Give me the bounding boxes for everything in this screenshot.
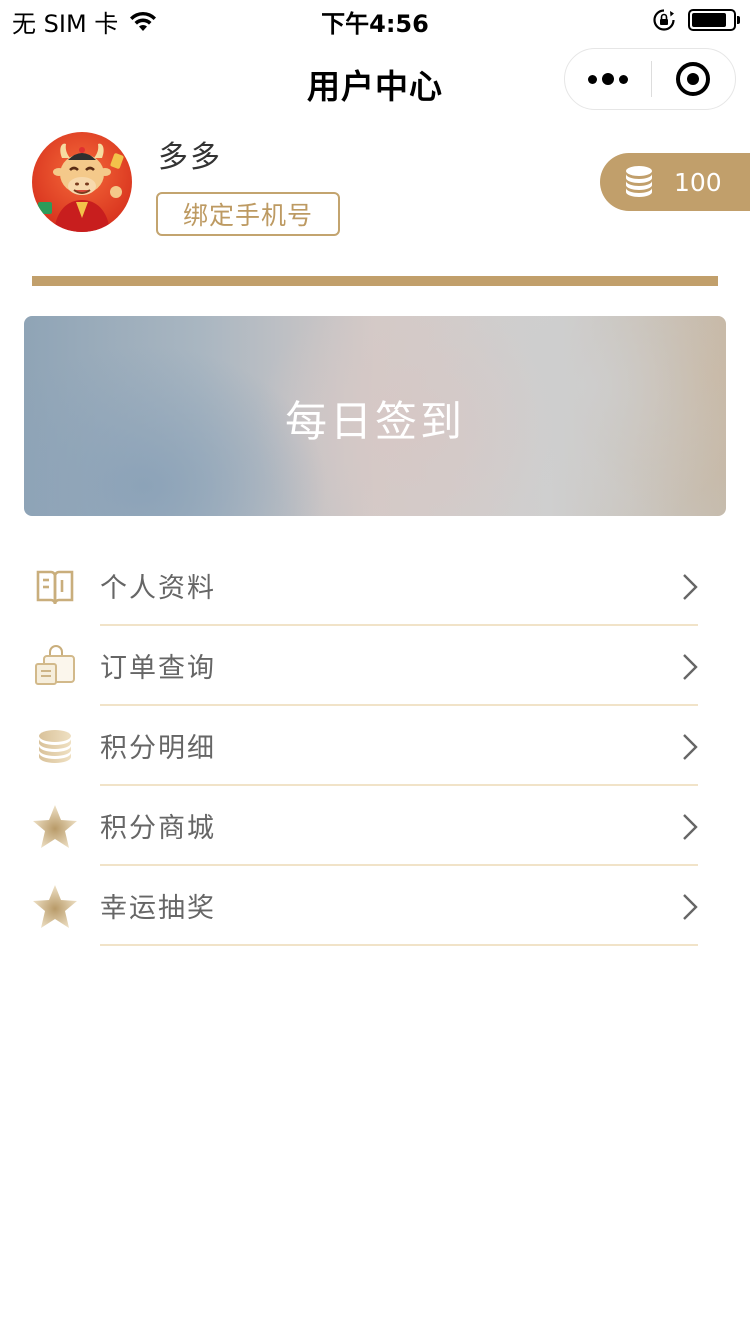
menu-item-orders[interactable]: 订单查询 <box>0 626 750 706</box>
menu-item-label: 订单查询 <box>100 653 216 684</box>
chevron-right-icon <box>683 574 698 600</box>
menu-item-points-mall[interactable]: 积分商城 <box>0 786 750 866</box>
menu-divider <box>100 944 698 946</box>
menu-item-label: 积分商城 <box>100 813 216 844</box>
more-dots-icon[interactable] <box>565 49 651 109</box>
avatar[interactable] <box>32 132 132 232</box>
cartoon-ox-avatar-icon <box>32 132 132 232</box>
menu-item-points-detail[interactable]: 积分明细 <box>0 706 750 786</box>
chevron-right-icon <box>683 814 698 840</box>
status-right <box>652 8 740 32</box>
menu-item-label: 幸运抽奖 <box>100 893 216 924</box>
points-badge[interactable]: 100 <box>600 153 750 211</box>
nav-bar: 用户中心 <box>0 44 750 118</box>
status-bar: 无 SIM 卡 下午4:56 <box>0 0 750 40</box>
menu-item-label: 积分明细 <box>100 733 216 764</box>
battery-icon <box>688 9 740 31</box>
orientation-lock-icon <box>653 9 675 31</box>
gold-divider <box>32 276 718 286</box>
book-icon <box>30 562 80 612</box>
coin-stack-icon <box>626 166 652 197</box>
menu-item-label: 个人资料 <box>100 573 216 604</box>
username: 多多 <box>158 140 222 175</box>
chevron-right-icon <box>683 894 698 920</box>
menu-item-lucky-draw[interactable]: 幸运抽奖 <box>0 866 750 946</box>
menu-list: 个人资料 订单查询 积分明细 积分商城 幸运抽奖 <box>0 546 750 946</box>
close-button[interactable] <box>652 49 736 109</box>
chevron-right-icon <box>683 654 698 680</box>
coin-stack-icon <box>30 722 80 772</box>
shopping-bag-icon <box>30 642 80 692</box>
points-value: 100 <box>674 167 722 197</box>
bind-phone-button[interactable]: 绑定手机号 <box>156 192 340 236</box>
star-icon <box>30 802 80 852</box>
target-circle-icon <box>676 62 711 96</box>
chevron-right-icon <box>683 734 698 760</box>
daily-signin-label: 每日签到 <box>284 397 465 446</box>
daily-signin-banner[interactable]: 每日签到 <box>24 316 726 516</box>
status-time: 下午4:56 <box>321 10 429 38</box>
star-icon <box>30 882 80 932</box>
menu-item-profile[interactable]: 个人资料 <box>0 546 750 626</box>
user-center-page: 无 SIM 卡 下午4:56 用户中心 多多 绑定手机号 100 每日签到 个人… <box>0 0 750 1334</box>
mini-program-capsule <box>564 48 736 110</box>
